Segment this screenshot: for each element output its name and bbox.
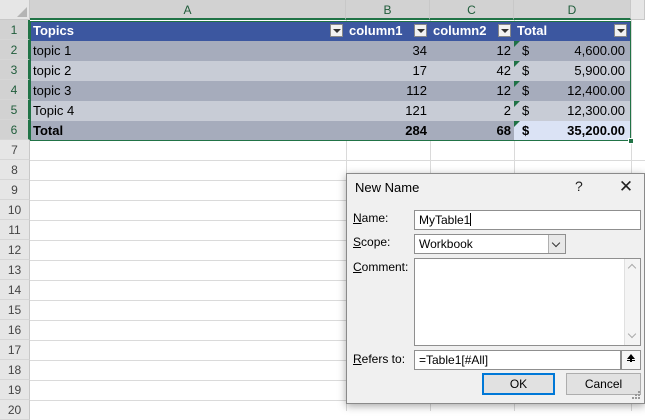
- column-header-d[interactable]: D: [514, 0, 631, 20]
- scope-select[interactable]: Workbook: [414, 234, 566, 254]
- upload-arrow-bar: [627, 360, 635, 361]
- row-header-4[interactable]: 4: [0, 80, 30, 100]
- chevron-down-icon[interactable]: [548, 235, 565, 253]
- ok-button[interactable]: OK: [482, 373, 555, 395]
- row-header-8[interactable]: 8: [0, 160, 30, 180]
- scope-label: Scope:: [353, 235, 391, 249]
- refers-to-input[interactable]: =Table1[#All]: [414, 350, 621, 370]
- collapse-dialog-button[interactable]: [621, 350, 641, 370]
- scroll-up-icon[interactable]: [627, 263, 637, 273]
- row-header-10[interactable]: 10: [0, 200, 30, 220]
- row-header-7[interactable]: 7: [0, 140, 30, 160]
- column-header-c[interactable]: C: [430, 0, 514, 20]
- comment-scrollbar[interactable]: [624, 259, 640, 345]
- scroll-down-icon[interactable]: [627, 329, 637, 339]
- selection-range: [30, 21, 631, 141]
- help-icon[interactable]: ?: [575, 178, 583, 194]
- close-icon[interactable]: ✕: [613, 175, 639, 199]
- gridline: [30, 160, 645, 161]
- refers-to-label: Refers to:: [353, 352, 406, 366]
- row-header-15[interactable]: 15: [0, 300, 30, 320]
- row-header-13[interactable]: 13: [0, 260, 30, 280]
- column-header-a[interactable]: A: [30, 0, 346, 20]
- row-header-12[interactable]: 12: [0, 240, 30, 260]
- comment-textarea[interactable]: [414, 258, 641, 346]
- row-header-9[interactable]: 9: [0, 180, 30, 200]
- row-header-19[interactable]: 19: [0, 380, 30, 400]
- select-all-triangle-icon: [17, 7, 27, 17]
- row-header-3[interactable]: 3: [0, 60, 30, 80]
- fill-handle[interactable]: [628, 138, 634, 144]
- row-header-5[interactable]: 5: [0, 100, 30, 120]
- comment-label: Comment:: [353, 260, 409, 274]
- row-header-20[interactable]: 20: [0, 400, 30, 420]
- column-header-b[interactable]: B: [346, 0, 430, 20]
- name-input[interactable]: MyTable1: [414, 210, 641, 230]
- row-header-14[interactable]: 14: [0, 280, 30, 300]
- row-header-16[interactable]: 16: [0, 320, 30, 340]
- dialog-title: New Name: [355, 180, 420, 195]
- row-header-17[interactable]: 17: [0, 340, 30, 360]
- resize-grip-icon[interactable]: [629, 390, 641, 402]
- name-label: Name:: [353, 211, 389, 225]
- new-name-dialog: New Name ? ✕ Name: MyTable1 Scope: Workb…: [346, 173, 645, 404]
- text-caret: [470, 213, 472, 226]
- row-header-6[interactable]: 6: [0, 120, 30, 140]
- row-header-11[interactable]: 11: [0, 220, 30, 240]
- row-header-2[interactable]: 2: [0, 40, 30, 60]
- row-header-18[interactable]: 18: [0, 360, 30, 380]
- column-header-e[interactable]: [631, 0, 645, 20]
- row-header-1[interactable]: 1: [0, 20, 30, 40]
